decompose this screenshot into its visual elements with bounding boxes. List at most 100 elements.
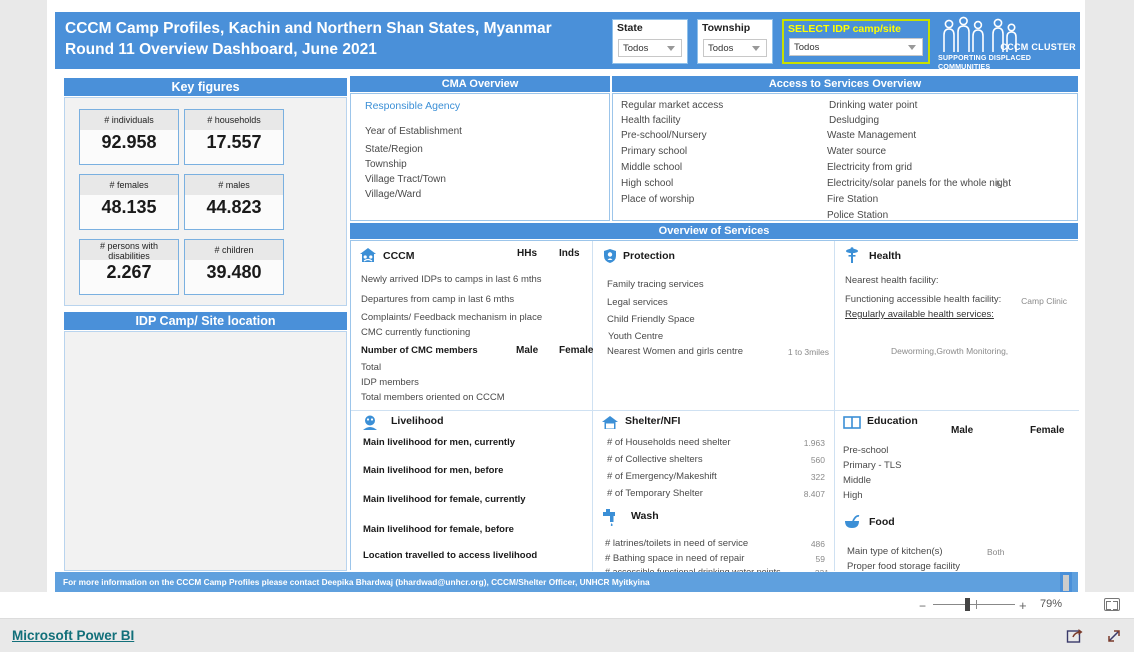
kpi-value: 17.557 [206,132,262,152]
cccm-home-icon [359,247,377,265]
protection-hands-icon [601,247,619,265]
card-education-title: Education [867,415,918,427]
cccm-row-idp-members: IDP members [361,377,419,388]
zoom-slider-track[interactable] [933,604,1015,605]
kpi-value: 44.823 [206,197,262,217]
fullscreen-icon[interactable] [1105,627,1123,645]
protection-row-youth-centre: Youth Centre [608,331,664,342]
shelter-value-collective-shelters: 560 [810,455,825,465]
microsoft-power-bi-link[interactable]: Microsoft Power BI [12,628,134,643]
health-caduceus-icon [843,247,861,265]
cccm-row-total: Total [361,362,382,373]
education-row-primary-tls: Primary - TLS [843,460,902,471]
cma-row-village-tract-town: Village Tract/Town [365,174,446,185]
kpi-card-males: # males 44.823 [184,174,284,230]
education-row-middle: Middle [843,475,871,486]
slicer-idp-camp-site-value: Todos [794,42,820,53]
cma-row-village-ward: Village/Ward [365,189,422,200]
cma-overview-panel: Responsible Agency Year of Establishment… [350,93,610,221]
overview-of-services-title: Overview of Services [350,223,1078,239]
slicer-idp-camp-site-label: SELECT IDP camp/site [788,23,902,35]
idp-camp-site-location-map[interactable] [64,331,347,571]
food-row-proper-food-storage: Proper food storage facility [847,561,961,572]
kpi-card-persons-with-disabilities: # persons with disabilities 2.267 [79,239,179,295]
protection-row-legal-services: Legal services [607,297,668,308]
scrollbar-thumb[interactable] [1063,575,1069,591]
health-row-regularly-available-services: Regularly available health services: [845,309,994,320]
zoom-out-button[interactable]: − [919,599,926,613]
education-col-female: Female [1030,425,1065,436]
zoom-toolbar: − + 79% [0,592,1134,618]
shelter-row-emergency-makeshift: # of Emergency/Makeshift [607,471,717,482]
kpi-label: # individuals [80,110,178,130]
slicer-state-value: Todos [623,43,649,54]
slicer-idp-camp-site-dropdown[interactable]: Todos [789,38,923,56]
card-wash-title: Wash [631,510,659,522]
access-to-services-title: Access to Services Overview [612,76,1078,92]
kpi-card-children: # children 39.480 [184,239,284,295]
slicer-township-value: Todos [708,43,734,54]
access-to-services-panel: Regular market access Health facility Pr… [612,93,1078,221]
slicer-idp-camp-site[interactable]: SELECT IDP camp/site Todos [782,19,930,64]
health-value-functioning-accessible-facility: Camp Clinic [1021,296,1067,306]
health-value-regularly-available-services: Deworming,Growth Monitoring, [891,346,1009,356]
cccm-row-departures-from-camp: Departures from camp in last 6 mths [361,294,515,305]
logo-subtitle: SUPPORTING DISPLACED COMMUNITIES [938,53,1032,71]
card-livelihood: Livelihood Main livelihood for men, curr… [351,411,593,571]
access-row-electricity-solar-whole-night: Electricity/solar panels for the whole n… [827,178,1011,189]
card-protection-title: Protection [623,250,675,262]
protection-value-nearest-women-girls-centre: 1 to 3miles [787,347,829,357]
zoom-in-button[interactable]: + [1019,598,1027,613]
cccm-col-hhs: HHs [517,248,538,259]
slicer-township[interactable]: Township Todos [697,19,773,64]
card-shelter-wash: Shelter/NFI # of Households need shelter… [593,411,835,578]
education-row-high: High [843,490,863,501]
health-row-functioning-accessible-facility: Functioning accessible health facility: [845,294,1002,305]
logo-title: CCCM CLUSTER [1000,42,1076,52]
kpi-card-individuals: # individuals 92.958 [79,109,179,165]
card-health-title: Health [869,250,902,262]
livelihood-row-men-before: Main livelihood for men, before [363,465,504,476]
key-figures-panel: # individuals 92.958 # households 17.557… [64,97,347,306]
kpi-value: 92.958 [101,132,157,152]
protection-row-child-friendly-space: Child Friendly Space [607,314,695,325]
access-row-regular-market-access: Regular market access [621,100,724,111]
health-row-nearest-health-facility: Nearest health facility: [845,275,939,286]
cccm-cluster-logo: CCCM CLUSTER SUPPORTING DISPLACED COMMUN… [938,16,1078,71]
slicer-state-dropdown[interactable]: Todos [618,39,682,57]
access-row-waste-management: Waste Management [827,130,917,141]
wash-row-latrines-need-service: # latrines/toilets in need of service [605,538,749,549]
shelter-row-collective-shelters: # of Collective shelters [607,454,703,465]
education-col-male: Male [951,425,974,436]
kpi-label: # males [185,175,283,195]
access-row-primary-school: Primary school [621,146,688,157]
livelihood-row-female-before: Main livelihood for female, before [363,524,514,535]
report-vertical-scrollbar[interactable] [1060,572,1072,594]
protection-row-family-tracing-services: Family tracing services [607,279,704,290]
footer-contact-text: For more information on the CCCM Camp Pr… [63,577,650,587]
card-cccm-title: CCCM [383,250,415,262]
zoom-slider-thumb[interactable] [965,598,970,611]
food-bowl-icon [843,513,861,531]
education-row-pre-school: Pre-school [843,445,889,456]
chevron-down-icon [667,46,675,51]
cccm-col-inds: Inds [559,248,580,259]
livelihood-row-female-currently: Main livelihood for female, currently [363,494,526,505]
cma-overview-title: CMA Overview [350,76,610,92]
kpi-card-households: # households 17.557 [184,109,284,165]
fit-to-page-icon[interactable] [1104,598,1120,611]
wash-tap-icon [601,507,623,529]
kpi-value: 48.135 [101,197,157,217]
shelter-row-temporary-shelter: # of Temporary Shelter [607,488,703,499]
access-row-fire-station: Fire Station [827,194,879,205]
shelter-value-emergency-makeshift: 322 [810,472,825,482]
access-row-police-station: Police Station [827,210,889,221]
slicer-state[interactable]: State Todos [612,19,688,64]
footer-contact-note: For more information on the CCCM Camp Pr… [55,572,1078,594]
page-title-line2: Round 11 Overview Dashboard, June 2021 [65,41,377,58]
cccm-col-male: Male [516,345,539,356]
cma-row-township: Township [365,159,407,170]
slicer-township-dropdown[interactable]: Todos [703,39,767,57]
cccm-row-newly-arrived-idps: Newly arrived IDPs to camps in last 6 mt… [361,274,542,285]
share-icon[interactable] [1066,627,1084,645]
